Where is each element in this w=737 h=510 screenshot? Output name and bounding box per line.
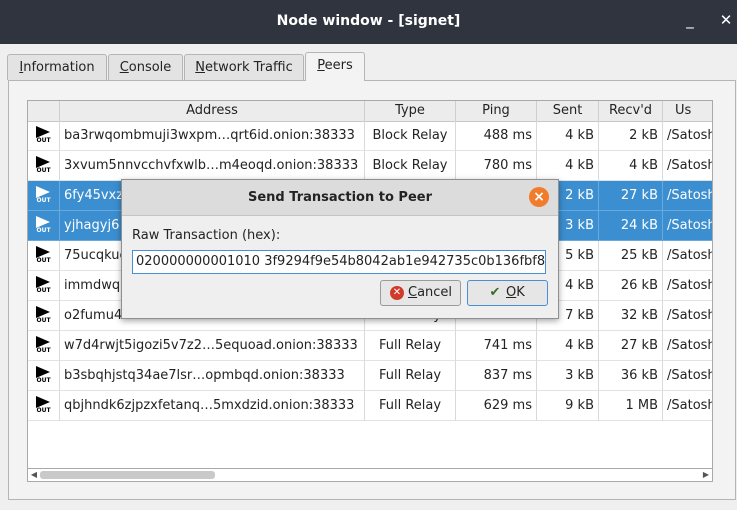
peer-user-agent: /Satosh: [663, 151, 712, 181]
peer-direction-cell: OUT: [28, 361, 60, 391]
peer-direction-cell: OUT: [28, 241, 60, 271]
column-header-ping[interactable]: Ping: [456, 101, 537, 121]
peer-ping: 780 ms: [456, 151, 537, 181]
horizontal-scrollbar[interactable]: ◀ ▶: [27, 468, 713, 482]
peer-direction-cell: OUT: [28, 211, 60, 241]
peer-address: qbjhndk6zjpzxfetanq…5mxdzid.onion:38333: [60, 391, 365, 421]
column-header-address[interactable]: Address: [60, 101, 365, 121]
peer-user-agent: /Satosh: [663, 211, 712, 241]
ok-button[interactable]: ✔ OK: [467, 280, 548, 306]
peer-sent: 9 kB: [537, 391, 599, 421]
column-header-type[interactable]: Type: [365, 101, 456, 121]
outbound-flag-icon: OUT: [34, 245, 54, 267]
dialog-title: Send Transaction to Peer: [248, 190, 432, 205]
peer-sent: 4 kB: [537, 331, 599, 361]
peer-recvd: 4 kB: [599, 151, 663, 181]
column-header-recvd[interactable]: Recv'd: [599, 101, 663, 121]
peer-direction-cell: OUT: [28, 121, 60, 151]
checkmark-icon: ✔: [489, 285, 501, 300]
peer-user-agent: /Satosh: [663, 241, 712, 271]
dialog-close-icon[interactable]: ×: [529, 187, 549, 207]
peer-user-agent: /Satosh: [663, 271, 712, 301]
dialog-titlebar: Send Transaction to Peer ×: [122, 180, 558, 216]
tab-information[interactable]: Information: [7, 54, 107, 80]
peer-direction-cell: OUT: [28, 271, 60, 301]
window-titlebar: Node window - [signet] _ ✕: [0, 0, 737, 44]
peer-address: w7d4rwjt5igozi5v7z2…5equoad.onion:38333: [60, 331, 365, 361]
peer-address: 3xvum5nnvcchvfxwlb…m4eoqd.onion:38333: [60, 151, 365, 181]
peer-user-agent: /Satosh: [663, 361, 712, 391]
peer-ping: 741 ms: [456, 331, 537, 361]
peer-direction-cell: OUT: [28, 391, 60, 421]
peer-user-agent: /Satosh: [663, 331, 712, 361]
peer-recvd: 36 kB: [599, 361, 663, 391]
outbound-flag-icon: OUT: [34, 185, 54, 207]
peer-recvd: 2 kB: [599, 121, 663, 151]
cancel-icon: ✕: [390, 286, 404, 300]
peer-user-agent: /Satosh: [663, 181, 712, 211]
peer-direction-cell: OUT: [28, 181, 60, 211]
table-row[interactable]: OUT b3sbqhjstq34ae7lsr…opmbqd.onion:38333…: [28, 361, 712, 391]
peer-address: ba3rwqombmuji3wxpm…qrt6id.onion:38333: [60, 121, 365, 151]
outbound-flag-icon: OUT: [34, 275, 54, 297]
window-title: Node window - [signet]: [276, 13, 461, 29]
peer-recvd: 27 kB: [599, 331, 663, 361]
peer-type: Full Relay: [365, 391, 456, 421]
outbound-flag-icon: OUT: [34, 155, 54, 177]
peer-type: Block Relay: [365, 151, 456, 181]
peer-ping: 837 ms: [456, 361, 537, 391]
peer-recvd: 32 kB: [599, 301, 663, 331]
close-window-button[interactable]: ✕: [716, 10, 736, 30]
peers-table-header: Address Type Ping Sent Recv'd Us: [28, 101, 712, 122]
table-row[interactable]: OUT w7d4rwjt5igozi5v7z2…5equoad.onion:383…: [28, 331, 712, 361]
peer-recvd: 26 kB: [599, 271, 663, 301]
peer-recvd: 1 MB: [599, 391, 663, 421]
scrollbar-thumb[interactable]: [40, 471, 215, 479]
outbound-flag-icon: OUT: [34, 365, 54, 387]
table-row[interactable]: OUT ba3rwqombmuji3wxpm…qrt6id.onion:38333…: [28, 121, 712, 151]
tab-network-traffic[interactable]: Network Traffic: [184, 54, 304, 80]
scroll-right-icon[interactable]: ▶: [700, 469, 712, 481]
peer-direction-cell: OUT: [28, 301, 60, 331]
peer-recvd: 25 kB: [599, 241, 663, 271]
peer-address: b3sbqhjstq34ae7lsr…opmbqd.onion:38333: [60, 361, 365, 391]
peer-recvd: 24 kB: [599, 211, 663, 241]
peer-user-agent: /Satosh: [663, 121, 712, 151]
table-row[interactable]: OUT qbjhndk6zjpzxfetanq…5mxdzid.onion:383…: [28, 391, 712, 421]
peer-user-agent: /Satosh: [663, 301, 712, 331]
table-row[interactable]: OUT 3xvum5nnvcchvfxwlb…m4eoqd.onion:38333…: [28, 151, 712, 181]
scroll-left-icon[interactable]: ◀: [28, 469, 40, 481]
peer-direction-cell: OUT: [28, 331, 60, 361]
column-header-direction[interactable]: [28, 101, 60, 121]
outbound-flag-icon: OUT: [34, 335, 54, 357]
peer-direction-cell: OUT: [28, 151, 60, 181]
peer-sent: 4 kB: [537, 151, 599, 181]
peer-type: Full Relay: [365, 361, 456, 391]
send-transaction-dialog: Send Transaction to Peer × Raw Transacti…: [121, 179, 559, 319]
peer-sent: 4 kB: [537, 121, 599, 151]
outbound-flag-icon: OUT: [34, 215, 54, 237]
raw-transaction-input[interactable]: 020000000001010 3f9294f9e54b8042ab1e9427…: [132, 250, 546, 274]
cancel-button[interactable]: ✕ Cancel: [380, 280, 461, 306]
peer-ping: 629 ms: [456, 391, 537, 421]
raw-transaction-label: Raw Transaction (hex):: [132, 228, 281, 243]
peer-recvd: 27 kB: [599, 181, 663, 211]
outbound-flag-icon: OUT: [34, 125, 54, 147]
peer-ping: 488 ms: [456, 121, 537, 151]
tab-console[interactable]: Console: [108, 54, 183, 80]
column-header-sent[interactable]: Sent: [537, 101, 599, 121]
outbound-flag-icon: OUT: [34, 305, 54, 327]
tab-peers[interactable]: Peers: [305, 52, 365, 81]
peer-user-agent: /Satosh: [663, 391, 712, 421]
peer-type: Block Relay: [365, 121, 456, 151]
peer-sent: 3 kB: [537, 361, 599, 391]
minimize-button[interactable]: _: [680, 10, 700, 30]
peer-type: Full Relay: [365, 331, 456, 361]
outbound-flag-icon: OUT: [34, 395, 54, 417]
column-header-user-agent[interactable]: Us: [663, 101, 712, 121]
